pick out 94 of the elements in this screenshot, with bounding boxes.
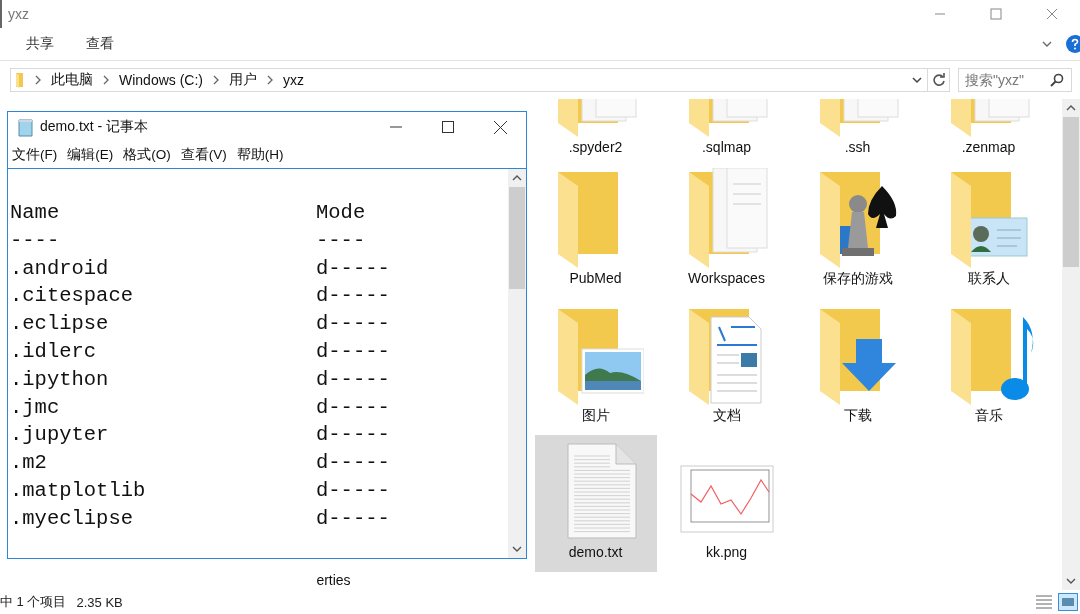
text-line: d----- xyxy=(316,477,391,504)
file-name: demo.txt xyxy=(568,544,623,560)
close-icon xyxy=(1046,8,1058,20)
scroll-down-icon[interactable] xyxy=(512,544,522,554)
text-line: .m2 xyxy=(10,450,48,477)
file-item[interactable]: 下载 xyxy=(796,298,919,435)
refresh-icon xyxy=(931,73,946,87)
chevron-icon xyxy=(33,75,43,85)
selection-status: 中 1 个项目 xyxy=(0,593,67,611)
file-name: PubMed xyxy=(569,270,622,286)
text-line: .citespace xyxy=(10,283,135,310)
close-icon xyxy=(493,120,507,134)
file-item[interactable]: PubMed xyxy=(534,161,657,298)
chevron-icon xyxy=(265,75,275,85)
text-line: d----- xyxy=(316,311,391,338)
text-line: d----- xyxy=(316,339,391,365)
search-field[interactable]: 搜索"yxz" xyxy=(958,68,1072,92)
file-name: 图片 xyxy=(581,407,610,425)
text-line: d----- xyxy=(316,450,391,477)
text-line: Mode xyxy=(316,200,367,226)
text-line: .jupyter xyxy=(10,422,110,449)
large-icons-view-icon[interactable] xyxy=(1058,593,1078,611)
scroll-up-icon[interactable] xyxy=(512,173,522,183)
file-item[interactable]: 图片 xyxy=(534,298,657,435)
file-name: 音乐 xyxy=(974,407,1003,425)
expand-ribbon-icon xyxy=(1042,39,1052,49)
text-line: d----- xyxy=(316,505,391,532)
maximize-icon xyxy=(990,8,1002,20)
file-name: Workspaces xyxy=(688,270,765,286)
file-name: 下载 xyxy=(843,407,872,425)
scrollbar-thumb[interactable] xyxy=(1063,117,1079,267)
file-name: 保存的游戏 xyxy=(822,270,893,288)
text-line: d----- xyxy=(316,283,391,310)
file-name: erties xyxy=(316,572,351,588)
help-icon[interactable] xyxy=(1066,35,1080,53)
file-item[interactable]: .zenmap xyxy=(927,99,1050,161)
scroll-down-icon[interactable] xyxy=(1066,576,1076,586)
file-name: .spyder2 xyxy=(568,139,623,155)
text-line: ---- xyxy=(10,227,61,254)
text-line: d----- xyxy=(316,422,391,449)
scrollbar-thumb[interactable] xyxy=(509,187,525,289)
chevron-icon xyxy=(101,75,111,85)
text-line: d----- xyxy=(316,366,391,393)
file-item[interactable]: 音乐 xyxy=(927,298,1050,435)
ribbon-tab[interactable]: 共享 xyxy=(26,35,54,53)
file-item[interactable]: demo.txt xyxy=(534,435,657,572)
breadcrumb[interactable]: yxz xyxy=(279,72,308,88)
text-line: .jmc xyxy=(10,394,61,421)
file-item[interactable]: kk.png xyxy=(665,435,788,572)
maximize-icon xyxy=(442,121,454,133)
menu-item[interactable]: 编辑(E) xyxy=(67,146,114,164)
file-name: .ssh xyxy=(844,139,871,155)
menu-item[interactable]: 查看(V) xyxy=(180,146,227,164)
menu-item[interactable]: 格式(O) xyxy=(123,146,171,164)
breadcrumb[interactable]: Windows (C:) xyxy=(115,72,207,88)
file-name: 联系人 xyxy=(967,270,1010,288)
file-item[interactable]: .sqlmap xyxy=(665,99,788,161)
text-line: d----- xyxy=(316,394,391,421)
file-name: .sqlmap xyxy=(702,139,751,155)
text-line: Name xyxy=(10,200,61,226)
text-line: .android xyxy=(10,255,110,282)
file-size: 2.35 KB xyxy=(76,594,123,610)
breadcrumb[interactable]: 用户 xyxy=(225,71,261,89)
text-line: d----- xyxy=(316,255,391,282)
file-item[interactable]: Workspaces xyxy=(665,161,788,298)
file-item[interactable]: .ssh xyxy=(796,99,919,161)
file-name: .zenmap xyxy=(961,139,1016,155)
text-line: .ipython xyxy=(10,366,110,393)
search-icon[interactable] xyxy=(1050,73,1064,87)
file-item[interactable]: 文档 xyxy=(665,298,788,435)
chevron-icon xyxy=(211,75,221,85)
file-item[interactable]: .spyder2 xyxy=(534,99,657,161)
file-item[interactable]: 保存的游戏 xyxy=(796,161,919,298)
chevron-down-icon xyxy=(912,75,922,85)
details-view-icon[interactable] xyxy=(1034,593,1054,611)
file-name: kk.png xyxy=(705,544,748,560)
text-line: .eclipse xyxy=(10,311,110,338)
scrollbar[interactable] xyxy=(1062,99,1080,590)
window-title: yxz xyxy=(8,6,29,22)
text-line: .myeclipse xyxy=(10,505,135,532)
menu-item[interactable]: 文件(F) xyxy=(12,146,58,164)
text-line: ---- xyxy=(316,227,367,254)
text-line: .matplotlib xyxy=(10,477,147,504)
address-bar[interactable]: 此电脑 Windows (C:) 用户 yxz xyxy=(10,68,950,92)
ribbon-tab[interactable]: 查看 xyxy=(86,35,114,53)
scroll-up-icon[interactable] xyxy=(1066,103,1076,113)
file-item[interactable]: 联系人 xyxy=(927,161,1050,298)
file-name: 文档 xyxy=(712,407,741,425)
notepad-icon xyxy=(16,117,34,137)
menu-item[interactable]: 帮助(H) xyxy=(236,146,284,164)
window-title: demo.txt - 记事本 xyxy=(40,118,149,136)
scrollbar[interactable] xyxy=(508,169,526,558)
text-line: .idlerc xyxy=(10,339,98,365)
breadcrumb[interactable]: 此电脑 xyxy=(47,71,97,89)
